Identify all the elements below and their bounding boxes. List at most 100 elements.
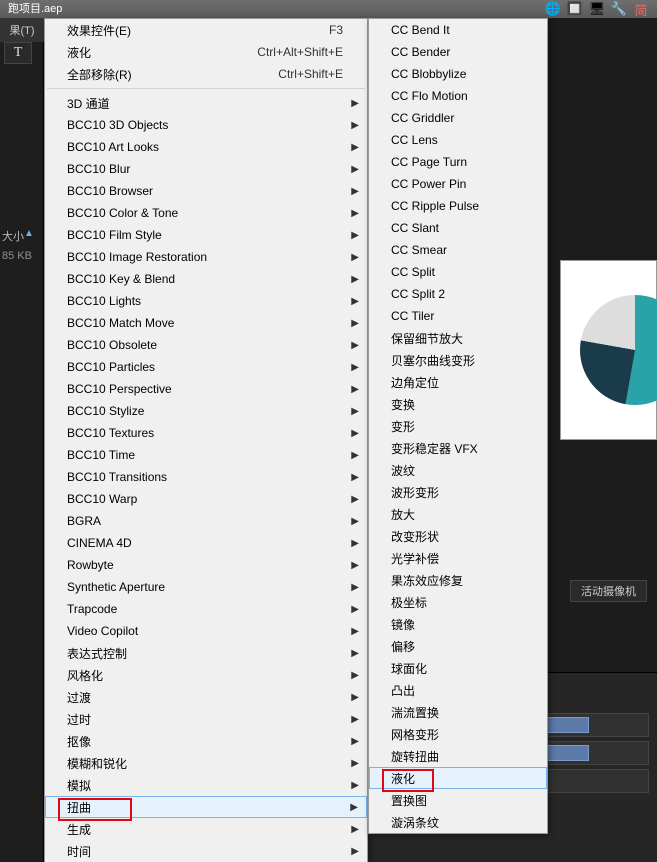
menu-item[interactable]: 保留细节放大 <box>369 327 547 349</box>
menu-item[interactable]: 极坐标 <box>369 591 547 613</box>
menu-item[interactable]: BCC10 Match Move▶ <box>45 312 367 334</box>
menu-item[interactable]: 波纹 <box>369 459 547 481</box>
menu-item[interactable]: 波形变形 <box>369 481 547 503</box>
menu-item[interactable]: BCC10 Warp▶ <box>45 488 367 510</box>
menu-item[interactable]: BCC10 Obsolete▶ <box>45 334 367 356</box>
menu-item[interactable]: 表达式控制▶ <box>45 642 367 664</box>
menu-item-label: 波形变形 <box>391 484 439 501</box>
menu-item[interactable]: 改变形状 <box>369 525 547 547</box>
panel-icon[interactable]: 🔲 <box>567 1 583 17</box>
menu-item[interactable]: 过时▶ <box>45 708 367 730</box>
menu-item[interactable]: 置换图 <box>369 789 547 811</box>
menu-item[interactable]: 时间▶ <box>45 840 367 862</box>
menu-item[interactable]: CC Bender <box>369 41 547 63</box>
menu-item-label: 模糊和锐化 <box>67 755 127 772</box>
submenu-arrow-icon: ▶ <box>351 318 359 329</box>
effects-menu[interactable]: 效果控件(E)F3液化Ctrl+Alt+Shift+E全部移除(R)Ctrl+S… <box>44 18 368 862</box>
menu-item[interactable]: Video Copilot▶ <box>45 620 367 642</box>
menu-item[interactable]: 效果控件(E)F3 <box>45 19 367 41</box>
menu-item[interactable]: BCC10 Particles▶ <box>45 356 367 378</box>
menu-item[interactable]: 凸出 <box>369 679 547 701</box>
active-camera-button[interactable]: 活动摄像机 <box>570 580 647 602</box>
menu-item[interactable]: Rowbyte▶ <box>45 554 367 576</box>
menu-item[interactable]: BCC10 Film Style▶ <box>45 224 367 246</box>
menu-item[interactable]: 放大 <box>369 503 547 525</box>
menu-item[interactable]: 过渡▶ <box>45 686 367 708</box>
distort-submenu[interactable]: CC Bend ItCC BenderCC BlobbylizeCC Flo M… <box>368 18 548 834</box>
menu-item[interactable]: 旋转扭曲 <box>369 745 547 767</box>
type-tool-button[interactable]: T <box>4 42 32 64</box>
menu-item-label: 光学补偿 <box>391 550 439 567</box>
menu-item[interactable]: BCC10 Blur▶ <box>45 158 367 180</box>
menu-item[interactable]: CC Split 2 <box>369 283 547 305</box>
menu-item[interactable]: 变形稳定器 VFX <box>369 437 547 459</box>
menu-item[interactable]: CC Flo Motion <box>369 85 547 107</box>
menu-item-label: 3D 通道 <box>67 95 110 112</box>
menu-item-label: 过渡 <box>67 689 91 706</box>
workspace-icon[interactable]: 🌐 <box>545 1 561 17</box>
menu-item[interactable]: 光学补偿 <box>369 547 547 569</box>
menu-item[interactable]: BCC10 Textures▶ <box>45 422 367 444</box>
panel-tab[interactable]: 果(T) <box>0 18 44 42</box>
screen-icon[interactable]: 🖥 <box>589 1 605 17</box>
menu-item[interactable]: 生成▶ <box>45 818 367 840</box>
menu-item[interactable]: CINEMA 4D▶ <box>45 532 367 554</box>
menu-item[interactable]: 球面化 <box>369 657 547 679</box>
menu-item[interactable]: BCC10 Browser▶ <box>45 180 367 202</box>
menu-item[interactable]: 3D 通道▶ <box>45 92 367 114</box>
menu-item[interactable]: 抠像▶ <box>45 730 367 752</box>
menu-item[interactable]: 变形 <box>369 415 547 437</box>
menu-item[interactable]: Synthetic Aperture▶ <box>45 576 367 598</box>
menu-item-label: 球面化 <box>391 660 427 677</box>
submenu-arrow-icon: ▶ <box>351 230 359 241</box>
menu-item[interactable]: 全部移除(R)Ctrl+Shift+E <box>45 63 367 85</box>
menu-item[interactable]: 贝塞尔曲线变形 <box>369 349 547 371</box>
menu-item[interactable]: CC Power Pin <box>369 173 547 195</box>
menu-item[interactable]: 风格化▶ <box>45 664 367 686</box>
menu-item[interactable]: BCC10 Transitions▶ <box>45 466 367 488</box>
submenu-arrow-icon: ▶ <box>351 582 359 593</box>
menu-item[interactable]: CC Lens <box>369 129 547 151</box>
settings-icon[interactable]: 🔧 <box>611 1 627 17</box>
menu-item[interactable]: BGRA▶ <box>45 510 367 532</box>
menu-item[interactable]: BCC10 Art Looks▶ <box>45 136 367 158</box>
menu-item-label: BGRA <box>67 514 101 528</box>
menu-item[interactable]: CC Smear <box>369 239 547 261</box>
menu-item[interactable]: CC Slant <box>369 217 547 239</box>
menu-item[interactable]: BCC10 Time▶ <box>45 444 367 466</box>
menu-item[interactable]: BCC10 Lights▶ <box>45 290 367 312</box>
menu-item[interactable]: CC Ripple Pulse <box>369 195 547 217</box>
lang-icon[interactable]: 简 <box>633 1 649 17</box>
menu-item-label: 网格变形 <box>391 726 439 743</box>
menu-item[interactable]: 模拟▶ <box>45 774 367 796</box>
menu-item-label: Video Copilot <box>67 624 138 638</box>
titlebar-filename: 跑项目.aep <box>8 3 62 15</box>
menu-item[interactable]: CC Blobbylize <box>369 63 547 85</box>
menu-item[interactable]: BCC10 Color & Tone▶ <box>45 202 367 224</box>
menu-item[interactable]: CC Tiler <box>369 305 547 327</box>
menu-item[interactable]: CC Page Turn <box>369 151 547 173</box>
menu-item[interactable]: 网格变形 <box>369 723 547 745</box>
menu-item[interactable]: Trapcode▶ <box>45 598 367 620</box>
menu-item[interactable]: 边角定位 <box>369 371 547 393</box>
menu-item[interactable]: BCC10 Perspective▶ <box>45 378 367 400</box>
menu-item[interactable]: 模糊和锐化▶ <box>45 752 367 774</box>
menu-item[interactable]: CC Bend It <box>369 19 547 41</box>
menu-item[interactable]: 液化 <box>369 767 547 789</box>
menu-item[interactable]: 扭曲▶ <box>45 796 367 818</box>
menu-item[interactable]: BCC10 Image Restoration▶ <box>45 246 367 268</box>
submenu-arrow-icon: ▶ <box>351 648 359 659</box>
menu-item[interactable]: BCC10 Key & Blend▶ <box>45 268 367 290</box>
menu-item[interactable]: 漩涡条纹 <box>369 811 547 833</box>
menu-item[interactable]: CC Split <box>369 261 547 283</box>
menu-item[interactable]: CC Griddler <box>369 107 547 129</box>
menu-item[interactable]: 液化Ctrl+Alt+Shift+E <box>45 41 367 63</box>
menu-item[interactable]: 湍流置换 <box>369 701 547 723</box>
menu-item[interactable]: BCC10 3D Objects▶ <box>45 114 367 136</box>
menu-item[interactable]: 镜像 <box>369 613 547 635</box>
menu-item[interactable]: 果冻效应修复 <box>369 569 547 591</box>
menu-item[interactable]: 变换 <box>369 393 547 415</box>
submenu-arrow-icon: ▶ <box>351 208 359 219</box>
menu-item[interactable]: 偏移 <box>369 635 547 657</box>
menu-item[interactable]: BCC10 Stylize▶ <box>45 400 367 422</box>
